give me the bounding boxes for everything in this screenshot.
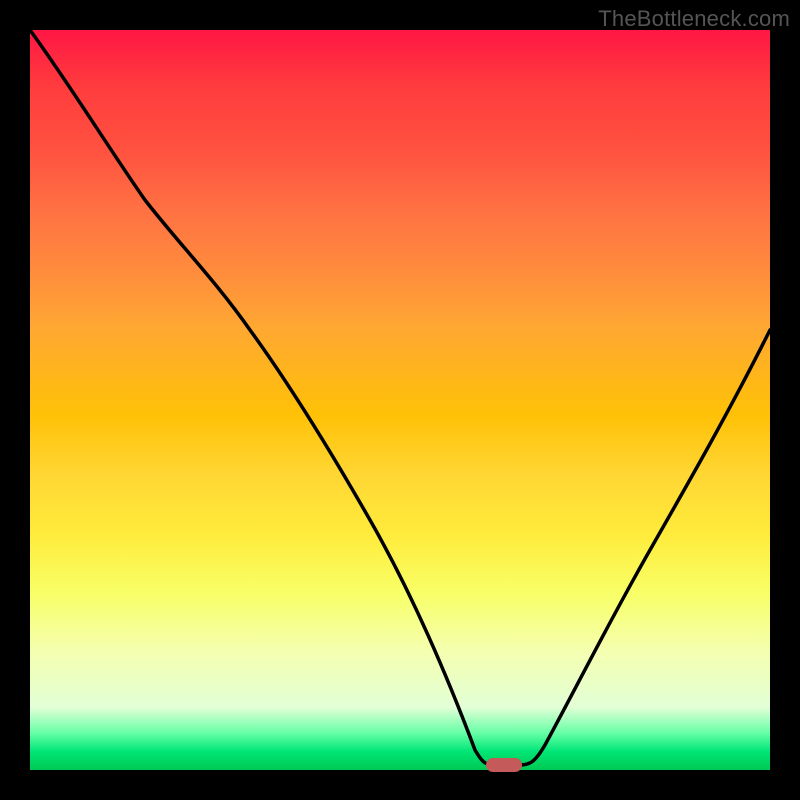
chart-frame: TheBottleneck.com xyxy=(0,0,800,800)
optimal-marker xyxy=(486,758,522,772)
plot-area xyxy=(30,30,770,770)
bottleneck-curve xyxy=(30,30,770,770)
curve-path xyxy=(30,30,770,765)
watermark-text: TheBottleneck.com xyxy=(598,6,790,32)
